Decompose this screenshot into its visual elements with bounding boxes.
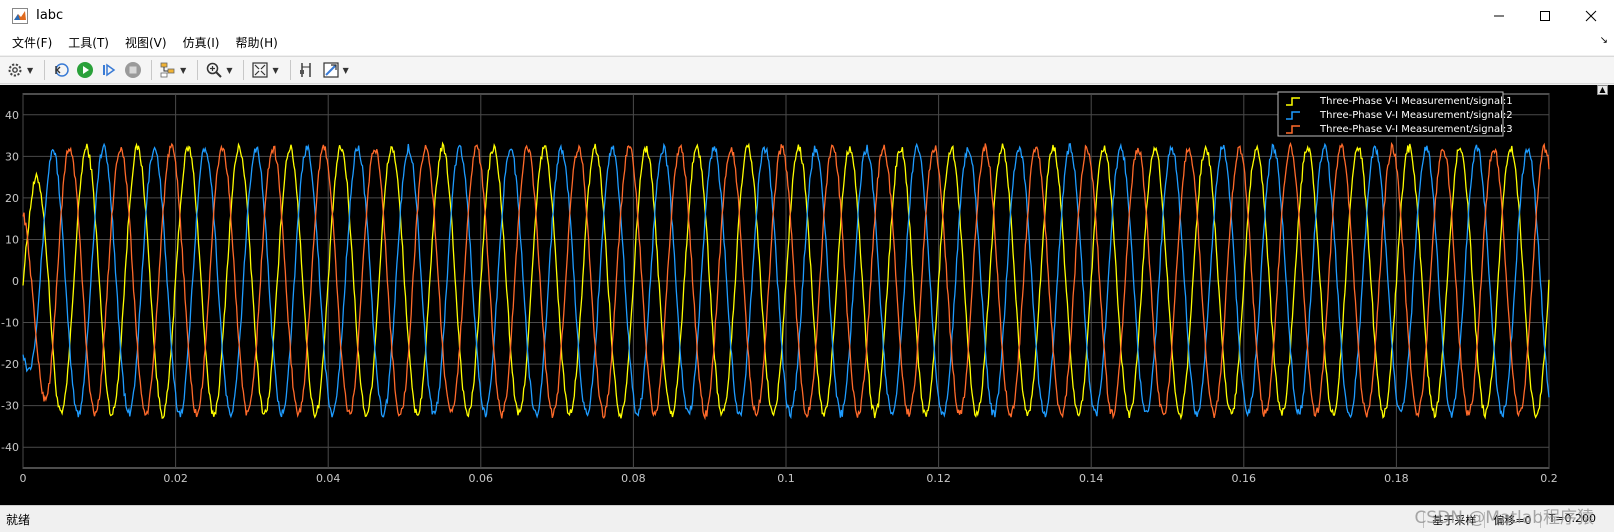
- step-back-icon: [55, 63, 69, 77]
- highlight-button[interactable]: [157, 59, 179, 81]
- watermark: CSDN @Matlab程序猿: [1414, 508, 1594, 528]
- scope-display[interactable]: 0 0.02 0.04 0.06 0.08 0.1 0.12 0.14 0.16 0.18 0.2 4…: [0, 85, 1614, 505]
- window-controls: [1476, 0, 1614, 31]
- menu-simulation[interactable]: 仿真(I): [177, 31, 226, 55]
- zoom-in-icon: [207, 62, 223, 78]
- y-tick-label: -20: [1, 358, 19, 371]
- toolbar-separator: [151, 60, 153, 80]
- step-forward-icon: [103, 63, 116, 77]
- toolbar-separator: [44, 60, 46, 80]
- x-tick-label: 0.08: [621, 472, 646, 485]
- fit-to-view-button[interactable]: [249, 59, 271, 81]
- x-tick-label: 0.06: [469, 472, 494, 485]
- legend-label: Three-Phase V-I Measurement/signal:1: [1319, 96, 1513, 107]
- y-tick-label: -40: [1, 441, 19, 454]
- x-tick-label: 0.04: [316, 472, 341, 485]
- y-tick-label: -10: [1, 317, 19, 330]
- settings-dropdown-icon[interactable]: ▼: [27, 66, 33, 75]
- step-back-button[interactable]: [50, 59, 72, 81]
- cursor-measurement-button[interactable]: [296, 59, 318, 81]
- legend-label: Three-Phase V-I Measurement/signal:3: [1319, 124, 1513, 135]
- maximize-axes-button[interactable]: ▲: [1597, 85, 1608, 95]
- step-forward-button[interactable]: [98, 59, 120, 81]
- stop-icon: [125, 62, 142, 78]
- x-tick-label: 0.16: [1232, 472, 1257, 485]
- zoom-in-button[interactable]: [203, 59, 225, 81]
- fit-dropdown-icon[interactable]: ▼: [272, 66, 278, 75]
- triggers-icon: [323, 62, 339, 78]
- menu-help[interactable]: 帮助(H): [229, 31, 283, 55]
- toolbar-separator: [243, 60, 245, 80]
- run-button[interactable]: [74, 59, 96, 81]
- y-tick-label: 0: [12, 275, 19, 288]
- cursor-measurement-icon: [299, 63, 311, 77]
- x-tick-label: 0.18: [1384, 472, 1409, 485]
- fit-to-view-icon: [252, 62, 269, 78]
- x-tick-label: 0: [20, 472, 27, 485]
- highlight-icon: [160, 62, 175, 78]
- title-bar: Iabc: [0, 0, 1614, 31]
- x-tick-label: 0.02: [163, 472, 188, 485]
- menu-bar: 文件(F) 工具(T) 视图(V) 仿真(I) 帮助(H) ↘: [0, 31, 1614, 55]
- x-tick-label: 0.1: [777, 472, 795, 485]
- undock-arrow-icon[interactable]: ↘: [1600, 35, 1608, 46]
- toolbar-separator: [197, 60, 199, 80]
- highlight-dropdown-icon[interactable]: ▼: [180, 66, 186, 75]
- maximize-button[interactable]: [1522, 0, 1568, 31]
- toolbar: ▼ ▼ ▼ ▼ ▼: [0, 56, 1614, 84]
- minimize-button[interactable]: [1476, 0, 1522, 31]
- zoom-dropdown-icon[interactable]: ▼: [226, 66, 232, 75]
- status-ready: 就绪: [6, 512, 31, 527]
- settings-icon: [8, 63, 22, 77]
- x-tick-label: 0.14: [1079, 472, 1104, 485]
- window-title: Iabc: [36, 8, 64, 23]
- run-icon: [77, 62, 94, 78]
- menu-tools[interactable]: 工具(T): [62, 31, 115, 55]
- triggers-button[interactable]: [320, 59, 342, 81]
- measurement-dropdown-icon[interactable]: ▼: [343, 66, 349, 75]
- y-tick-label: 30: [5, 150, 19, 163]
- legend-label: Three-Phase V-I Measurement/signal:2: [1319, 110, 1513, 121]
- close-icon: [1585, 10, 1597, 21]
- y-tick-label: 40: [5, 109, 19, 122]
- close-button[interactable]: [1568, 0, 1614, 31]
- scope-plot[interactable]: 0 0.02 0.04 0.06 0.08 0.1 0.12 0.14 0.16 0.18 0.2 4…: [0, 85, 1614, 505]
- y-tick-label: 20: [5, 192, 19, 205]
- status-bar: 就绪 基于采样 偏移=0 T=0.200 CSDN @Matlab程序猿: [0, 505, 1614, 532]
- settings-button[interactable]: [4, 59, 26, 81]
- toolbar-separator: [289, 60, 291, 80]
- stop-button[interactable]: [122, 59, 144, 81]
- maximize-icon: [1540, 10, 1550, 21]
- menu-file[interactable]: 文件(F): [6, 31, 58, 55]
- y-tick-label: 10: [5, 233, 19, 246]
- minimize-icon: [1494, 15, 1504, 16]
- menu-view[interactable]: 视图(V): [119, 31, 173, 55]
- x-tick-label: 0.2: [1540, 472, 1558, 485]
- x-tick-label: 0.12: [926, 472, 951, 485]
- y-tick-label: -30: [1, 400, 19, 413]
- matlab-logo-icon: [12, 7, 28, 24]
